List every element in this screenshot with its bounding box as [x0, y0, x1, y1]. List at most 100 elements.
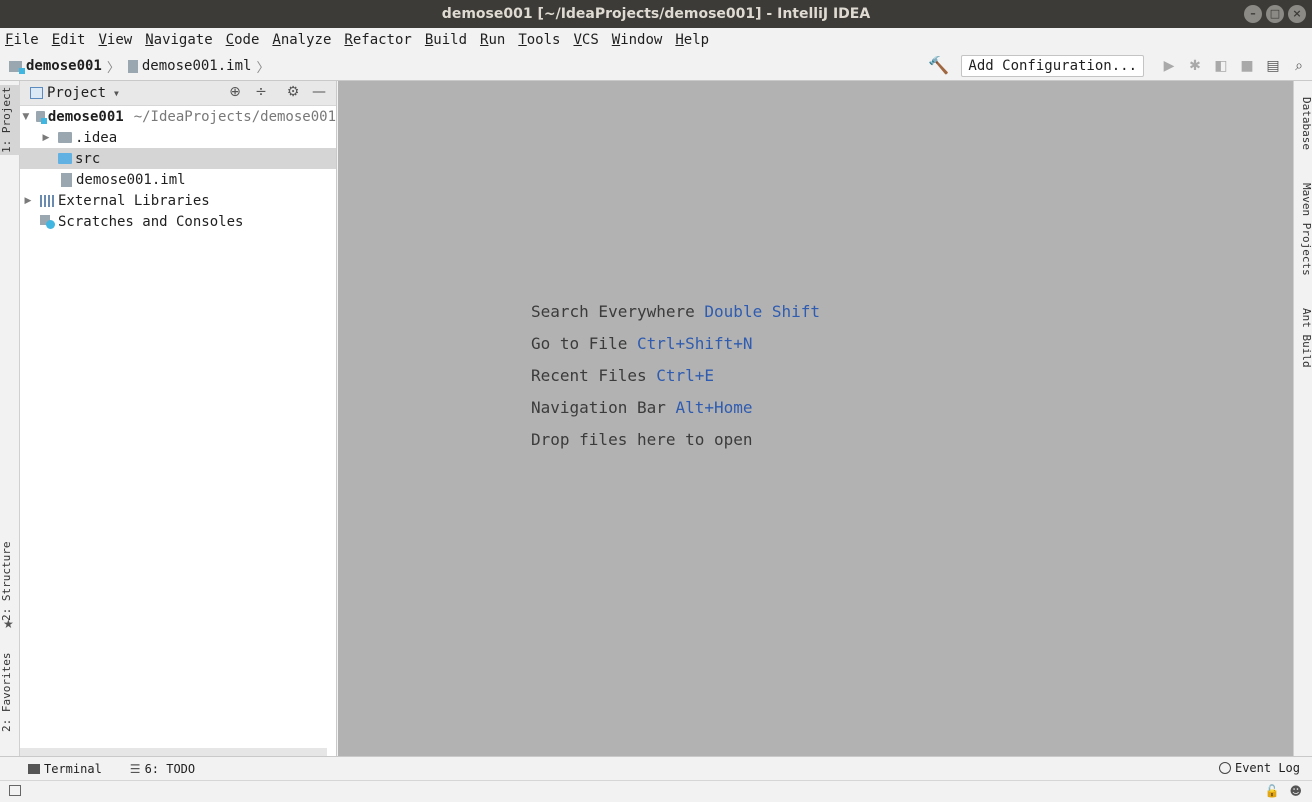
close-button[interactable]: ×	[1288, 5, 1306, 23]
project-structure-icon[interactable]: ▤	[1260, 58, 1286, 74]
expanded-arrow-icon[interactable]: ▼	[22, 112, 30, 122]
tree-item-iml[interactable]: demose001.iml	[20, 169, 336, 190]
hint-label: Go to File	[531, 334, 628, 353]
menu-bar: File Edit View Navigate Code Analyze Ref…	[0, 28, 1312, 52]
event-log-label: Event Log	[1234, 761, 1300, 775]
file-icon	[127, 59, 138, 73]
tree-item-external-libraries[interactable]: ▶ External Libraries	[20, 190, 336, 211]
libraries-icon	[40, 194, 55, 207]
maven-tool-tab[interactable]: Maven Projects	[1294, 179, 1312, 279]
tree-item-scratches[interactable]: Scratches and Consoles	[20, 211, 336, 232]
project-view-selector[interactable]: Project ▼	[30, 85, 119, 101]
lock-icon[interactable]: 🔓	[1265, 784, 1280, 798]
editor-empty-area[interactable]: Search Everywhere Double Shift Go to Fil…	[338, 81, 1293, 756]
stop-icon[interactable]: ■	[1234, 58, 1260, 74]
window-controls: – □ ×	[1244, 5, 1306, 23]
gear-icon[interactable]: ⚙	[282, 84, 304, 100]
menu-edit[interactable]: Edit	[52, 32, 86, 48]
locate-file-icon[interactable]: ⊕	[224, 84, 246, 100]
breadcrumb-file[interactable]: demose001.iml	[142, 58, 252, 74]
horizontal-scrollbar[interactable]	[20, 748, 327, 756]
favorites-tool-tab[interactable]: 2: Favorites	[0, 651, 20, 733]
folder-icon	[58, 132, 72, 143]
hint-navigation-bar: Navigation Bar Alt+Home	[531, 397, 820, 429]
breadcrumb-separator-icon: 〉	[256, 60, 270, 76]
debug-icon[interactable]: ✱	[1182, 58, 1208, 74]
left-tool-strip: 1: Project 2: Structure ★ 2: Favorites	[0, 81, 20, 756]
hint-label: Drop files here to open	[531, 430, 753, 449]
navigation-bar: demose001 〉 demose001.iml 〉 🔨 Add Config…	[0, 52, 1312, 81]
inspector-icon[interactable]: ☻	[1289, 784, 1302, 798]
tree-root-path: ~/IdeaProjects/demose001	[133, 108, 336, 125]
event-log-icon	[1218, 762, 1231, 774]
event-log-tab[interactable]: Event Log	[1218, 761, 1300, 775]
menu-help[interactable]: Help	[675, 32, 709, 48]
tree-item-root[interactable]: ▼ demose001 ~/IdeaProjects/demose001	[20, 106, 336, 127]
menu-vcs[interactable]: VCS	[573, 32, 598, 48]
hint-shortcut: Double Shift	[704, 302, 820, 321]
editor-hints: Search Everywhere Double Shift Go to Fil…	[531, 301, 820, 461]
collapsed-arrow-icon[interactable]: ▶	[22, 196, 34, 206]
tree-item-idea[interactable]: ▶ .idea	[20, 127, 336, 148]
coverage-icon[interactable]: ◧	[1208, 58, 1234, 74]
menu-navigate[interactable]: Navigate	[145, 32, 212, 48]
todo-tab[interactable]: ☰ 6: TODO	[130, 762, 195, 776]
source-folder-icon	[58, 153, 72, 164]
menu-refactor[interactable]: Refactor	[344, 32, 411, 48]
window-titlebar: demose001 [~/IdeaProjects/demose001] - I…	[0, 0, 1312, 28]
todo-tab-label: 6: TODO	[144, 761, 196, 776]
menu-analyze[interactable]: Analyze	[272, 32, 331, 48]
terminal-tab[interactable]: Terminal	[28, 762, 102, 776]
hint-shortcut: Ctrl+E	[656, 366, 715, 385]
tree-item-label: .idea	[75, 129, 118, 146]
chevron-down-icon: ▼	[114, 88, 119, 98]
right-tool-strip: Database Maven Projects Ant Build	[1293, 81, 1312, 756]
collapsed-arrow-icon[interactable]: ▶	[40, 133, 52, 143]
menu-build[interactable]: Build	[425, 32, 467, 48]
tree-item-label: demose001.iml	[76, 171, 186, 188]
hint-go-to-file: Go to File Ctrl+Shift+N	[531, 333, 820, 365]
menu-run[interactable]: Run	[480, 32, 505, 48]
module-folder-icon	[9, 60, 25, 74]
menu-window[interactable]: Window	[612, 32, 663, 48]
project-tool-tab[interactable]: 1: Project	[0, 85, 20, 155]
scratches-icon	[40, 214, 55, 229]
breadcrumb-project[interactable]: demose001	[26, 58, 102, 74]
project-tree: ▼ demose001 ~/IdeaProjects/demose001 ▶ .…	[20, 106, 336, 232]
menu-view[interactable]: View	[98, 32, 132, 48]
terminal-tab-label: Terminal	[44, 761, 102, 776]
hint-shortcut: Alt+Home	[675, 398, 753, 417]
search-icon[interactable]: ⌕	[1286, 58, 1312, 74]
project-panel-title: Project	[47, 85, 107, 101]
maximize-button[interactable]: □	[1266, 5, 1284, 23]
ant-tool-tab[interactable]: Ant Build	[1294, 303, 1312, 373]
breadcrumb: demose001 〉 demose001.iml 〉	[0, 57, 275, 76]
module-folder-icon	[35, 111, 47, 124]
tree-item-label: External Libraries	[58, 192, 210, 209]
tree-root-name: demose001	[47, 108, 124, 125]
todo-list-icon: ☰	[129, 761, 141, 776]
run-icon[interactable]: ▶	[1156, 58, 1182, 74]
hide-panel-icon[interactable]: —	[308, 84, 330, 100]
status-right-icons: 🔓 ☻	[1265, 784, 1302, 798]
menu-tools[interactable]: Tools	[518, 32, 560, 48]
tree-item-src[interactable]: src	[20, 148, 336, 169]
tree-item-label: src	[75, 150, 101, 167]
collapse-all-icon[interactable]: ÷	[250, 84, 272, 100]
window-title: demose001 [~/IdeaProjects/demose001] - I…	[441, 6, 871, 22]
project-panel: Project ▼ ⊕ ÷ ⚙ — ▼ demose001 ~/IdeaProj…	[20, 81, 337, 756]
database-tool-tab[interactable]: Database	[1294, 91, 1312, 155]
menu-code[interactable]: Code	[226, 32, 260, 48]
star-icon: ★	[3, 617, 14, 631]
menu-file[interactable]: File	[5, 32, 39, 48]
structure-tool-tab[interactable]: 2: Structure	[0, 541, 20, 621]
tool-windows-toggle-icon[interactable]	[9, 785, 21, 796]
minimize-button[interactable]: –	[1244, 5, 1262, 23]
add-configuration-button[interactable]: Add Configuration...	[961, 55, 1144, 77]
hint-recent-files: Recent Files Ctrl+E	[531, 365, 820, 397]
bottom-tool-bar: Terminal ☰ 6: TODO Event Log	[0, 756, 1312, 780]
hint-shortcut: Ctrl+Shift+N	[636, 334, 753, 353]
hint-label: Navigation Bar	[531, 398, 666, 417]
build-hammer-icon[interactable]: 🔨	[928, 56, 949, 76]
terminal-icon	[28, 763, 40, 774]
